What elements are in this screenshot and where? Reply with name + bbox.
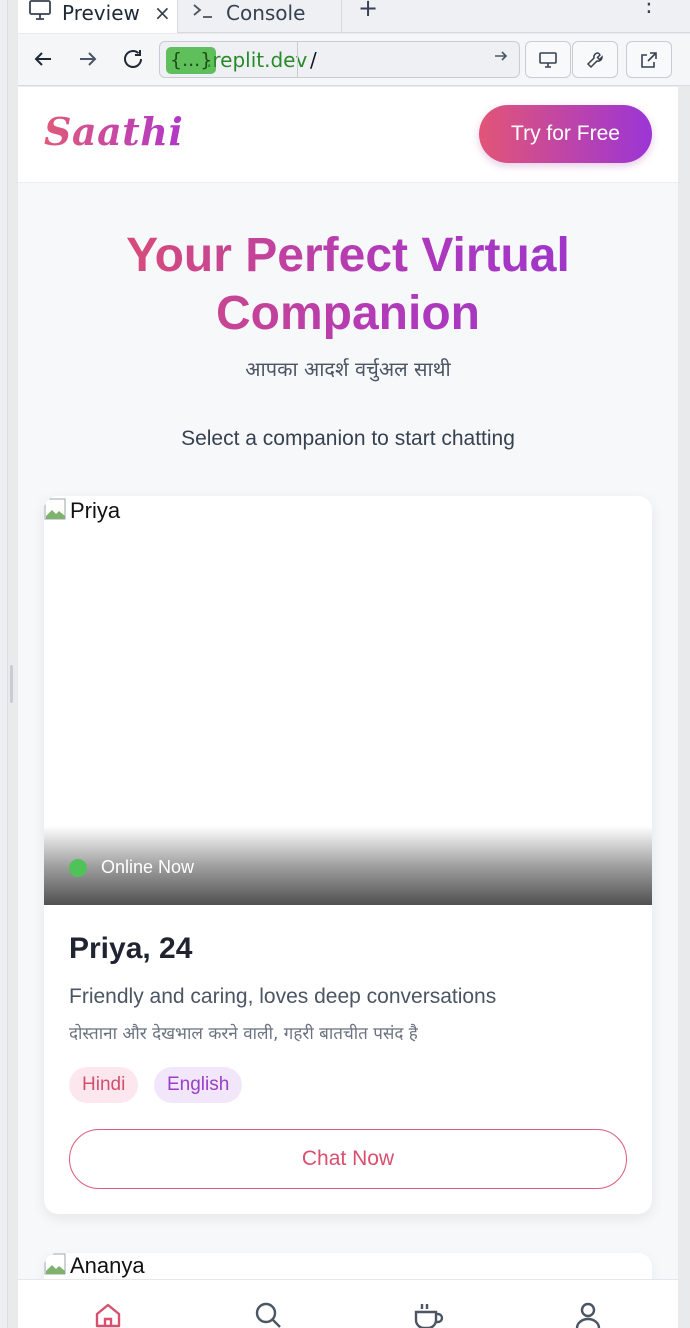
- broken-image: Priya: [44, 498, 120, 524]
- url-host: .replit.dev: [206, 48, 308, 72]
- broken-image-icon: [44, 498, 66, 520]
- side-panel-edge: [0, 0, 13, 1328]
- url-path[interactable]: /: [310, 47, 317, 74]
- online-dot-icon: [69, 858, 87, 877]
- wrench-icon: [586, 51, 603, 68]
- app-viewport: Saathi Try for Free Your Perfect Virtual…: [18, 87, 678, 1328]
- open-new-window-button[interactable]: [626, 41, 672, 78]
- monitor-icon: [539, 51, 557, 68]
- reload-button[interactable]: [118, 44, 148, 74]
- hero-prompt: Select a companion to start chatting: [181, 427, 515, 450]
- nav-search[interactable]: [248, 1300, 288, 1328]
- nav-profile[interactable]: [568, 1300, 608, 1328]
- language-tag-english: English: [154, 1067, 243, 1103]
- url-divider: [297, 42, 298, 77]
- user-icon: [575, 1302, 601, 1328]
- companion-card[interactable]: Priya Online Now Priya, 24 Friendly and …: [44, 496, 652, 1214]
- coffee-cup-icon: [414, 1304, 444, 1328]
- companion-description: Friendly and caring, loves deep conversa…: [69, 985, 497, 1008]
- tab-bar: Preview × Console + ⋮: [18, 0, 690, 33]
- chat-now-button[interactable]: Chat Now: [69, 1129, 627, 1189]
- terminal-icon: [192, 1, 214, 25]
- try-for-free-button[interactable]: Try for Free: [479, 105, 652, 163]
- external-link-icon: [641, 51, 657, 68]
- devtools-button[interactable]: [572, 41, 618, 78]
- monitor-icon: [28, 0, 52, 26]
- tab-label: Console: [226, 0, 306, 25]
- url-input[interactable]: {...} .replit.dev /: [159, 41, 520, 78]
- forward-button[interactable]: [73, 44, 103, 74]
- close-tab-icon[interactable]: ×: [154, 1, 171, 25]
- logo[interactable]: Saathi: [44, 109, 183, 154]
- back-button[interactable]: [28, 44, 58, 74]
- arrow-right-icon: [80, 52, 97, 66]
- hero-title-line1: Your Perfect Virtual: [126, 229, 570, 282]
- hero-title: Your Perfect Virtual Companion: [18, 227, 678, 343]
- companion-description-hindi: दोस्ताना और देखभाल करने वाली, गहरी बातची…: [69, 1024, 418, 1044]
- address-bar-row: {...} .replit.dev /: [18, 34, 690, 86]
- companion-name: Priya, 24: [69, 932, 193, 965]
- arrow-left-icon: [34, 52, 51, 66]
- device-preview-button[interactable]: [525, 41, 571, 78]
- image-alt-text: Priya: [70, 498, 121, 523]
- tab-preview[interactable]: Preview ×: [18, 0, 178, 33]
- resize-handle[interactable]: [10, 665, 13, 703]
- image-alt-text: Ananya: [70, 1253, 145, 1278]
- language-tag-hindi: Hindi: [69, 1067, 139, 1103]
- go-arrow-icon[interactable]: [493, 48, 509, 69]
- bottom-nav: [18, 1279, 678, 1328]
- nav-home[interactable]: [88, 1300, 128, 1328]
- search-icon: [255, 1302, 281, 1328]
- companion-image: Priya Online Now: [44, 496, 652, 905]
- reload-icon: [124, 50, 142, 68]
- hero-subtitle: आपका आदर्श वर्चुअल साथी: [245, 357, 451, 381]
- app-header: Saathi Try for Free: [18, 87, 678, 183]
- tab-label: Preview: [62, 0, 140, 25]
- more-menu-icon[interactable]: ⋮: [638, 0, 660, 16]
- nav-coffee[interactable]: [408, 1300, 448, 1328]
- hero-title-line2: Companion: [216, 287, 480, 340]
- broken-image-icon: [44, 1253, 66, 1275]
- online-status: Online Now: [69, 857, 194, 878]
- new-tab-button[interactable]: +: [358, 0, 378, 22]
- status-text: Online Now: [101, 857, 195, 877]
- tab-console[interactable]: Console: [178, 0, 342, 33]
- broken-image: Ananya: [44, 1253, 145, 1279]
- home-icon: [95, 1303, 121, 1328]
